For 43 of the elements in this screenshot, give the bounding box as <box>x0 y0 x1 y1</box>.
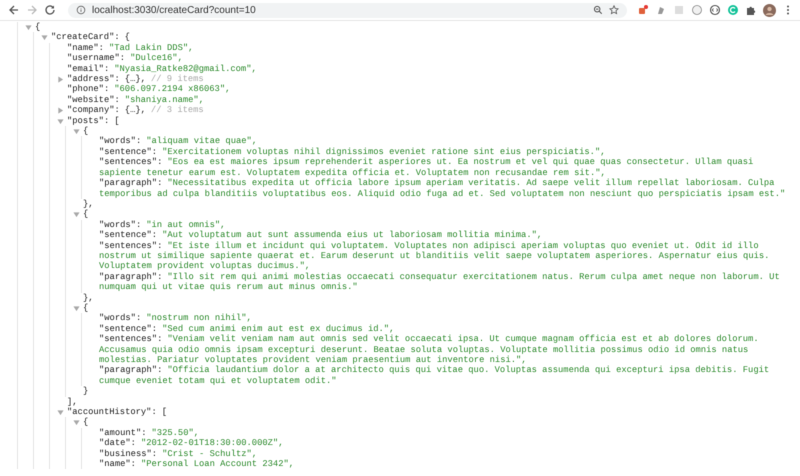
collapse-icon[interactable] <box>57 118 64 125</box>
bracket: } <box>83 386 88 396</box>
bracket: { <box>83 302 88 313</box>
collapse-icon[interactable] <box>73 419 80 426</box>
address-bar[interactable]: localhost:3030/createCard?count=10 <box>68 2 627 18</box>
json-key: "address": <box>67 74 120 84</box>
bracket: }, <box>83 292 94 303</box>
collapse-icon[interactable] <box>41 34 48 42</box>
bracket: { <box>83 417 88 428</box>
bracket: [ <box>162 407 168 418</box>
item-count-comment: // 3 items <box>150 105 204 116</box>
extension-icon[interactable] <box>691 4 703 16</box>
bracket: }, <box>83 198 94 209</box>
avatar-icon[interactable] <box>763 4 776 16</box>
back-icon[interactable] <box>8 4 20 16</box>
collapse-icon[interactable] <box>73 304 80 312</box>
expand-icon[interactable] <box>57 76 64 84</box>
bracket: ], <box>67 396 78 407</box>
puzzle-icon[interactable] <box>745 4 757 16</box>
extension-icon[interactable] <box>709 4 721 16</box>
star-icon[interactable] <box>609 5 619 15</box>
bracket: { <box>83 209 88 220</box>
collapse-icon[interactable] <box>57 409 64 416</box>
json-key: "accountHistory": <box>67 407 157 418</box>
bracket: [ <box>114 116 120 126</box>
collapse-icon[interactable] <box>73 128 80 136</box>
bracket: { <box>83 126 88 136</box>
info-icon[interactable] <box>76 5 86 15</box>
zoom-icon[interactable] <box>593 5 603 15</box>
reload-icon[interactable] <box>44 4 56 16</box>
item-count-comment: // 9 items <box>150 74 204 84</box>
expand-icon[interactable] <box>57 107 64 114</box>
collapsed-value[interactable]: {…}, <box>124 105 146 116</box>
json-key: "createCard": <box>51 32 120 42</box>
bracket: { <box>35 22 40 32</box>
json-key: "posts": <box>67 116 110 126</box>
url-text: localhost:3030/createCard?count=10 <box>92 4 256 16</box>
collapsed-value[interactable]: {…}, <box>124 74 146 84</box>
forward-icon[interactable] <box>26 4 38 16</box>
extension-icon[interactable] <box>637 4 649 16</box>
json-key: "company": <box>67 105 120 116</box>
bracket: { <box>124 32 130 42</box>
collapse-icon[interactable] <box>73 211 80 218</box>
